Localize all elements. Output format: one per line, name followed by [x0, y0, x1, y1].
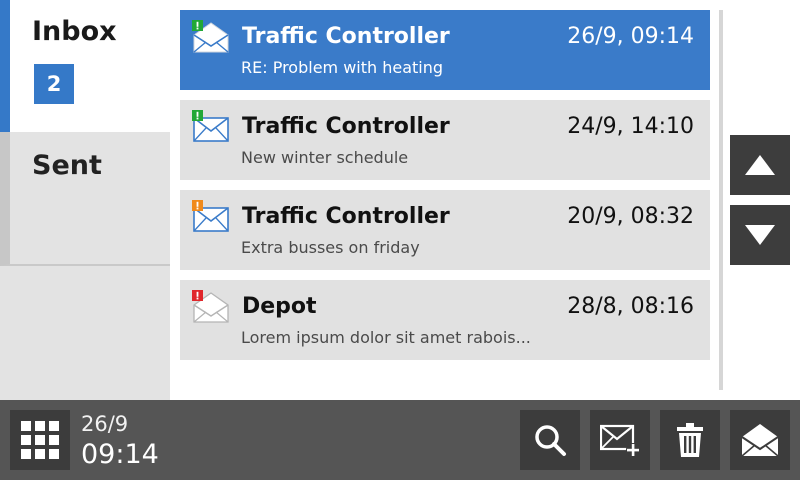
open-envelope-icon	[192, 20, 229, 53]
message-sender: Traffic Controller	[242, 204, 450, 229]
message-subject: RE: Problem with heating	[241, 58, 444, 77]
message-timestamp: 24/9, 14:10	[567, 114, 694, 139]
message-subject: New winter schedule	[241, 148, 409, 167]
open-envelope-icon	[741, 424, 779, 457]
message-row[interactable]: Depot Lorem ipsum dolor sit amet rabois.…	[180, 280, 710, 360]
message-timestamp: 26/9, 09:14	[567, 24, 694, 49]
message-sender: Traffic Controller	[242, 24, 450, 49]
main-menu-button[interactable]	[10, 410, 70, 470]
scroll-down-button[interactable]	[730, 205, 790, 265]
inbox-tab-label: Inbox	[32, 16, 117, 47]
closed-envelope-icon	[192, 110, 229, 142]
message-sender: Depot	[242, 294, 317, 319]
triangle-up-icon	[745, 155, 775, 175]
message-subject: Lorem ipsum dolor sit amet rabois...	[241, 328, 531, 347]
message-subject: Extra busses on friday	[241, 238, 420, 257]
inbox-tab[interactable]: Inbox 2	[0, 0, 170, 132]
new-message-button[interactable]	[590, 410, 650, 470]
folder-sidebar: Inbox 2 Sent	[0, 0, 170, 400]
list-scrollbar[interactable]	[719, 10, 723, 390]
message-row[interactable]: Traffic Controller RE: Problem with heat…	[180, 10, 710, 90]
message-timestamp: 20/9, 08:32	[567, 204, 694, 229]
delete-button[interactable]	[660, 410, 720, 470]
message-sender: Traffic Controller	[242, 114, 450, 139]
scroll-up-button[interactable]	[730, 135, 790, 195]
current-time: 09:14	[81, 439, 159, 470]
grid-menu-icon	[21, 421, 59, 459]
mark-read-button[interactable]	[730, 410, 790, 470]
unread-count-badge: 2	[34, 64, 74, 104]
message-timestamp: 28/8, 08:16	[567, 294, 694, 319]
trash-icon	[677, 423, 703, 457]
search-icon	[535, 425, 566, 456]
sent-tab-label: Sent	[32, 150, 102, 181]
sent-tab[interactable]: Sent	[0, 132, 170, 266]
search-button[interactable]	[520, 410, 580, 470]
message-row[interactable]: Traffic Controller Extra busses on frida…	[180, 190, 710, 270]
closed-envelope-icon	[192, 200, 229, 232]
current-date: 26/9	[81, 412, 129, 436]
open-envelope-icon	[192, 290, 229, 323]
bottom-bar: 26/9 09:14	[0, 400, 800, 480]
message-row[interactable]: Traffic Controller New winter schedule 2…	[180, 100, 710, 180]
new-message-icon	[600, 424, 640, 457]
triangle-down-icon	[745, 225, 775, 245]
